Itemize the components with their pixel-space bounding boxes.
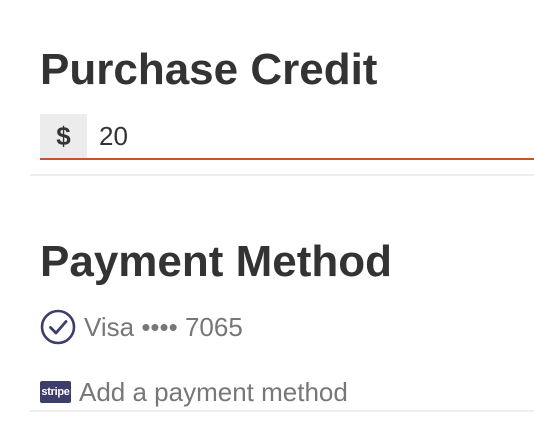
payment-method-title: Payment Method <box>40 237 393 286</box>
saved-card-label: Visa •••• 7065 <box>84 311 243 342</box>
check-circle-icon <box>40 309 76 345</box>
amount-input-group: $ <box>40 114 534 160</box>
add-payment-method-link[interactable]: stripe Add a payment method <box>40 374 348 410</box>
add-payment-method-label: Add a payment method <box>79 376 348 407</box>
stripe-icon: stripe <box>40 381 71 403</box>
currency-symbol: $ <box>40 114 87 158</box>
section-divider <box>30 410 534 412</box>
saved-card-option[interactable]: Visa •••• 7065 <box>40 308 243 346</box>
purchase-credit-title: Purchase Credit <box>40 45 378 94</box>
credit-amount-input[interactable] <box>87 114 534 158</box>
section-divider <box>30 174 534 176</box>
